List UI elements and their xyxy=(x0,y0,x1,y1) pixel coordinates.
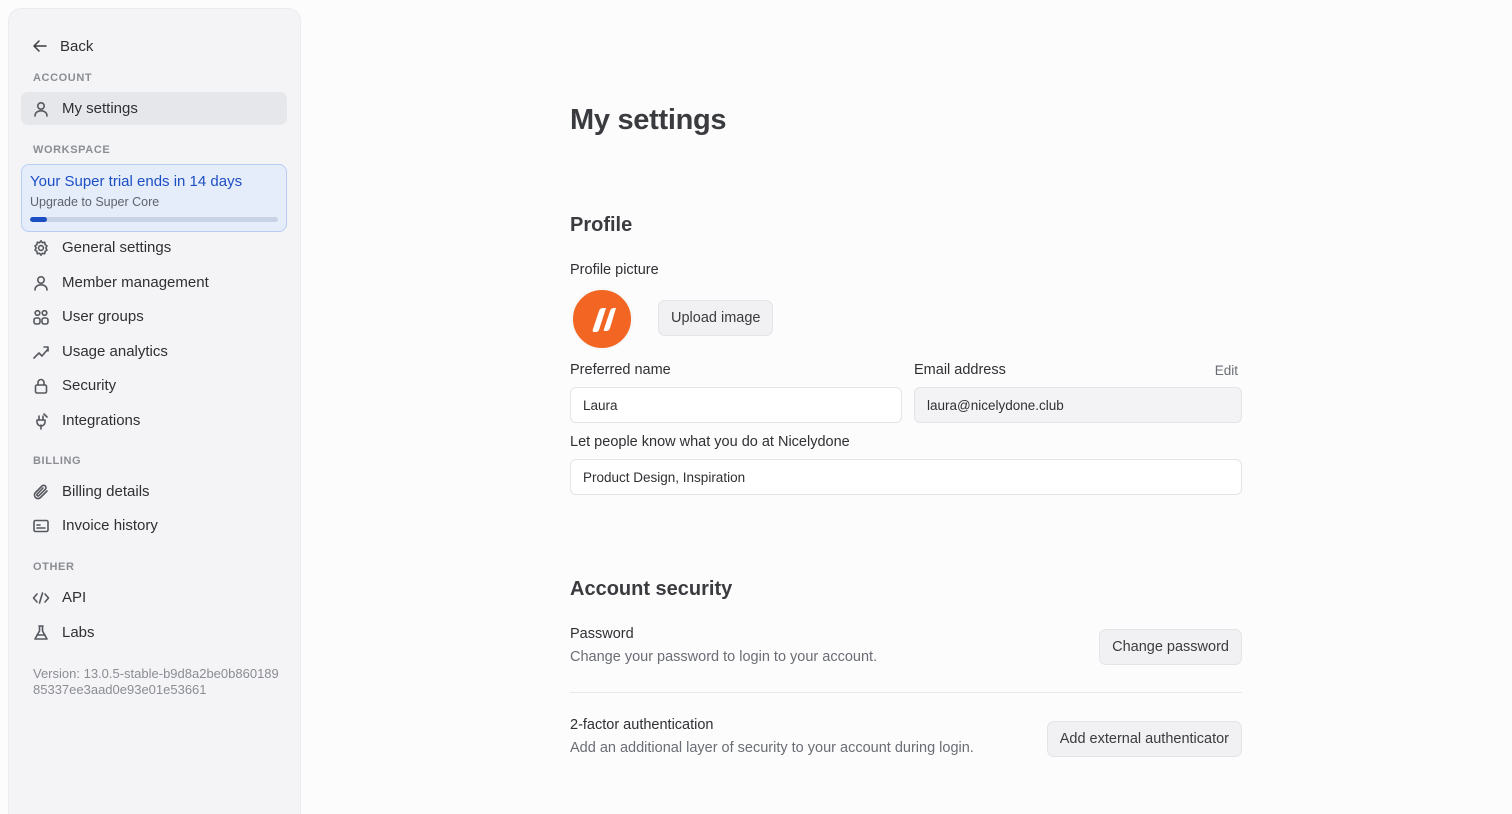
section-title-workspace: WORKSPACE xyxy=(33,144,111,156)
email-edit-link[interactable]: Edit xyxy=(1215,363,1238,378)
paperclip-icon xyxy=(33,484,48,499)
sidebar: Back ACCOUNT My settings WORKSPACE Your … xyxy=(9,9,300,814)
trial-progress-fill xyxy=(30,217,48,222)
email-field[interactable] xyxy=(914,387,1242,423)
preferred-name-input[interactable] xyxy=(570,387,902,423)
sidebar-item-billing-details[interactable]: Billing details xyxy=(21,475,287,508)
section-title-account: ACCOUNT xyxy=(33,72,93,84)
avatar[interactable] xyxy=(571,288,633,350)
user-icon xyxy=(34,101,48,117)
trial-progress-bar xyxy=(30,217,278,222)
sidebar-item-label: API xyxy=(62,589,87,606)
back-label: Back xyxy=(60,37,94,55)
sidebar-item-label: User groups xyxy=(62,308,144,325)
trend-up-icon xyxy=(33,345,49,359)
trial-upgrade-link[interactable]: Upgrade to Super Core xyxy=(30,195,278,209)
page-title: My settings xyxy=(570,104,727,136)
divider xyxy=(570,692,1242,693)
role-label: Let people know what you do at Nicelydon… xyxy=(570,434,850,450)
sidebar-item-label: Integrations xyxy=(62,412,141,429)
sidebar-item-integrations[interactable]: Integrations xyxy=(21,404,287,437)
sidebar-item-invoice-history[interactable]: Invoice history xyxy=(21,509,287,542)
sidebar-item-labs[interactable]: Labs xyxy=(21,616,287,649)
arrow-left-icon xyxy=(33,40,47,52)
profile-picture-label: Profile picture xyxy=(570,262,659,278)
preferred-name-label: Preferred name xyxy=(570,362,671,378)
sidebar-item-label: General settings xyxy=(62,239,172,256)
invoice-icon xyxy=(33,519,49,532)
section-title-billing: BILLING xyxy=(33,455,82,467)
sidebar-item-usage-analytics[interactable]: Usage analytics xyxy=(21,335,287,368)
section-title-other: OTHER xyxy=(33,561,75,573)
users-group-icon xyxy=(33,309,49,325)
code-icon xyxy=(32,591,50,604)
sidebar-item-label: Usage analytics xyxy=(62,343,168,360)
trial-banner[interactable]: Your Super trial ends in 14 days Upgrade… xyxy=(21,164,287,232)
sidebar-item-my-settings[interactable]: My settings xyxy=(21,92,287,125)
sidebar-item-api[interactable]: API xyxy=(21,581,287,614)
sidebar-item-label: Billing details xyxy=(62,483,150,500)
email-label: Email address xyxy=(914,362,1006,378)
twofa-description: Add an additional layer of security to y… xyxy=(570,740,974,756)
profile-heading: Profile xyxy=(570,214,633,236)
plug-icon xyxy=(36,412,48,430)
main-content: My settings Profile Profile picture Uplo… xyxy=(570,0,1242,814)
flask-icon xyxy=(34,624,48,640)
sidebar-item-general-settings[interactable]: General settings xyxy=(21,231,287,264)
version-text: Version: 13.0.5-stable-b9d8a2be0b8601898… xyxy=(33,666,279,697)
account-security-heading: Account security xyxy=(570,578,733,600)
sidebar-item-label: Member management xyxy=(62,274,209,291)
sidebar-item-member-management[interactable]: Member management xyxy=(21,266,287,299)
lock-icon xyxy=(34,378,48,394)
sidebar-item-user-groups[interactable]: User groups xyxy=(21,300,287,333)
logo-icon xyxy=(592,308,616,332)
user-icon xyxy=(34,275,48,291)
trial-title: Your Super trial ends in 14 days xyxy=(30,173,243,190)
add-authenticator-button[interactable]: Add external authenticator xyxy=(1046,721,1242,757)
gear-icon xyxy=(34,239,48,256)
sidebar-item-label: Labs xyxy=(62,624,95,641)
sidebar-item-label: Invoice history xyxy=(62,517,158,534)
upload-image-button[interactable]: Upload image xyxy=(658,300,774,336)
sidebar-item-security[interactable]: Security xyxy=(21,369,287,402)
password-title: Password xyxy=(570,626,634,642)
sidebar-item-label: Security xyxy=(62,377,117,394)
role-input[interactable] xyxy=(570,459,1242,495)
change-password-button[interactable]: Change password xyxy=(1099,629,1242,665)
password-description: Change your password to login to your ac… xyxy=(570,649,878,665)
back-button[interactable]: Back xyxy=(32,36,93,56)
twofa-title: 2-factor authentication xyxy=(570,717,714,733)
sidebar-item-label: My settings xyxy=(62,100,138,117)
